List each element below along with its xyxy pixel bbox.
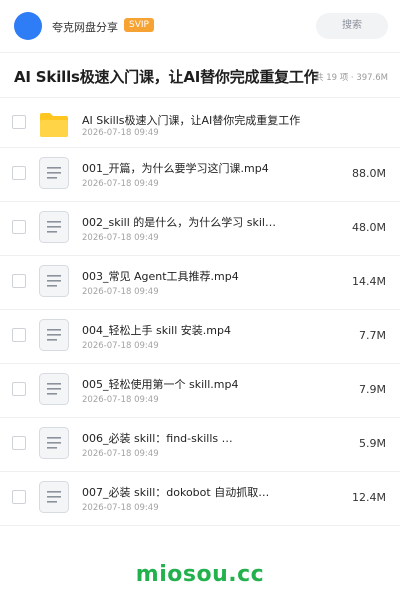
row-checkbox[interactable] — [12, 115, 26, 129]
file-date: 2026-07-18 09:49 — [82, 395, 159, 405]
watermark: miosou.cc — [135, 562, 265, 587]
file-date: 2026-07-18 09:49 — [82, 287, 159, 297]
file-date: 2026-07-18 09:49 — [82, 128, 159, 138]
file-size: 7.7M — [359, 329, 386, 342]
file-doc-icon — [38, 372, 70, 406]
svip-badge: SVIP — [124, 18, 154, 32]
file-name: 007_必装 skill：dokobot 自动抓取… — [82, 486, 270, 499]
file-name: 003_常见 Agent工具推荐.mp4 — [82, 270, 239, 283]
file-list: AI Skills极速入门课，让AI替你完成重复工作 2026-07-18 09:… — [0, 98, 400, 526]
file-doc-icon — [38, 210, 70, 244]
file-date: 2026-07-18 09:49 — [82, 233, 159, 243]
file-row[interactable]: 004_轻松上手 skill 安装.mp4 2026-07-18 09:49 7.7… — [0, 310, 400, 364]
file-date: 2026-07-18 09:49 — [82, 341, 159, 351]
row-checkbox[interactable] — [12, 274, 26, 288]
file-row[interactable]: 006_必装 skill：find-skills … 2026-07-18 09:… — [0, 418, 400, 472]
file-row[interactable]: 007_必装 skill：dokobot 自动抓取… 2026-07-18 09:… — [0, 472, 400, 526]
row-checkbox[interactable] — [12, 328, 26, 342]
file-doc-icon — [38, 318, 70, 352]
file-row[interactable]: 002_skill 的是什么，为什么学习 skil… 2026-07-18 09:… — [0, 202, 400, 256]
page-title: AI Skills极速入门课，让AI替你完成重复工作 — [14, 68, 319, 86]
file-size: 48.0M — [352, 221, 386, 234]
search-button[interactable]: 搜索 — [316, 13, 388, 39]
file-date: 2026-07-18 09:49 — [82, 179, 159, 189]
file-name: 005_轻松使用第一个 skill.mp4 — [82, 378, 239, 391]
file-row[interactable]: 001_开篇，为什么要学习这门课.mp4 2026-07-18 09:49 88.0… — [0, 148, 400, 202]
file-name: AI Skills极速入门课，让AI替你完成重复工作 — [82, 114, 301, 127]
file-name: 004_轻松上手 skill 安装.mp4 — [82, 324, 231, 337]
sharer-name: 夸克网盘分享 — [52, 21, 118, 34]
row-checkbox[interactable] — [12, 220, 26, 234]
file-size: 7.9M — [359, 383, 386, 396]
folder-header: AI Skills极速入门课，让AI替你完成重复工作 共 19 项 · 397.… — [0, 52, 400, 98]
file-name: 001_开篇，为什么要学习这门课.mp4 — [82, 162, 269, 175]
folder-icon — [38, 107, 70, 141]
file-size: 12.4M — [352, 491, 386, 504]
top-bar: 夸克网盘分享 SVIP 搜索 — [0, 0, 400, 52]
file-row[interactable]: AI Skills极速入门课，让AI替你完成重复工作 2026-07-18 09:… — [0, 98, 400, 148]
row-checkbox[interactable] — [12, 436, 26, 450]
file-date: 2026-07-18 09:49 — [82, 503, 159, 513]
file-size: 14.4M — [352, 275, 386, 288]
file-size: 88.0M — [352, 167, 386, 180]
avatar[interactable] — [14, 12, 42, 40]
file-row[interactable]: 003_常见 Agent工具推荐.mp4 2026-07-18 09:49 14.4… — [0, 256, 400, 310]
file-doc-icon — [38, 156, 70, 190]
file-date: 2026-07-18 09:49 — [82, 449, 159, 459]
file-doc-icon — [38, 426, 70, 460]
folder-meta: 共 19 项 · 397.6M — [315, 73, 388, 83]
file-name: 006_必装 skill：find-skills … — [82, 432, 233, 445]
row-checkbox[interactable] — [12, 490, 26, 504]
file-name: 002_skill 的是什么，为什么学习 skil… — [82, 216, 276, 229]
file-doc-icon — [38, 480, 70, 514]
file-size: 5.9M — [359, 437, 386, 450]
row-checkbox[interactable] — [12, 166, 26, 180]
row-checkbox[interactable] — [12, 382, 26, 396]
file-row[interactable]: 005_轻松使用第一个 skill.mp4 2026-07-18 09:49 7.9… — [0, 364, 400, 418]
file-doc-icon — [38, 264, 70, 298]
